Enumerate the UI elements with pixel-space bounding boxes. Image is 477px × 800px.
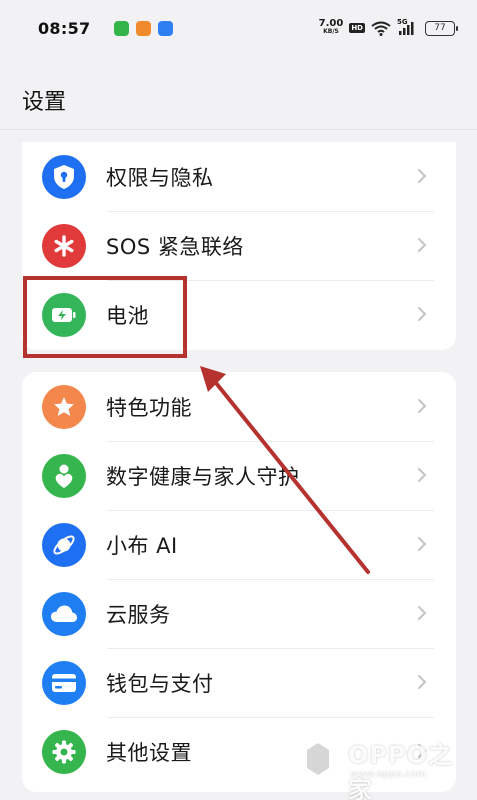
ai-orbit-icon (42, 522, 86, 567)
settings-item-label: 权限与隐私 (106, 165, 214, 190)
network-speed: 7.00 KB/S (318, 18, 344, 36)
star-icon (42, 384, 86, 429)
watermark: OPPO之家 www.oppo.com (296, 731, 466, 800)
settings-item-privacy[interactable]: 权限与隐私 (22, 142, 456, 211)
chevron-right-icon (418, 307, 427, 321)
settings-item-wellbeing[interactable]: 数字健康与家人守护 (22, 441, 456, 510)
network-speed-value: 7.00 (318, 18, 344, 29)
chevron-right-icon (418, 675, 427, 689)
status-bar: 08:57 7.00 KB/S HD 5G 77 (0, 0, 477, 56)
chevron-right-icon (418, 537, 427, 551)
settings-item-breeno-ai[interactable]: 小布 AI (22, 510, 456, 579)
annotation-highlight-box (23, 276, 187, 358)
settings-item-label: 数字健康与家人守护 (106, 464, 300, 489)
asterisk-icon (42, 223, 86, 268)
family-heart-icon (42, 453, 86, 498)
watermark-text: OPPO之家 (348, 741, 453, 800)
settings-group-2: 特色功能 数字健康与家人守护 小布 AI 云服务 钱包与支付 其他设置 (22, 372, 456, 792)
settings-item-label: 特色功能 (106, 395, 192, 420)
page-header: 设置 (0, 56, 477, 130)
notification-icons (114, 20, 174, 36)
gear-icon (42, 729, 86, 774)
chat-notification-icon (158, 20, 174, 36)
chevron-right-icon (418, 399, 427, 413)
battery-indicator: 77 (425, 20, 458, 36)
watermark-url: www.oppo.com (350, 769, 427, 780)
settings-item-cloud[interactable]: 云服务 (22, 579, 456, 648)
wifi-icon (371, 21, 391, 36)
chevron-right-icon (418, 169, 427, 183)
settings-item-label: SOS 紧急联络 (106, 234, 244, 259)
cellular-signal: 5G (397, 18, 419, 35)
watermark-logo-icon (298, 733, 338, 785)
settings-item-label: 钱包与支付 (106, 671, 214, 696)
settings-item-features[interactable]: 特色功能 (22, 372, 456, 441)
chevron-right-icon (418, 238, 427, 252)
wallet-card-icon (42, 660, 86, 705)
page-title: 设置 (22, 90, 67, 115)
settings-item-label: 小布 AI (106, 533, 178, 558)
status-time: 08:57 (38, 18, 91, 38)
app-notification-icon (114, 20, 130, 36)
game-notification-icon (136, 20, 152, 36)
chevron-right-icon (418, 468, 427, 482)
signal-icon (399, 22, 414, 35)
settings-item-label: 其他设置 (106, 740, 192, 765)
chevron-right-icon (418, 606, 427, 620)
cloud-icon (42, 591, 86, 636)
settings-item-label: 云服务 (106, 602, 171, 627)
hd-badge: HD (349, 23, 365, 33)
settings-item-sos[interactable]: SOS 紧急联络 (22, 211, 456, 280)
settings-item-wallet[interactable]: 钱包与支付 (22, 648, 456, 717)
network-speed-unit: KB/S (323, 28, 339, 35)
shield-lock-icon (42, 154, 86, 199)
